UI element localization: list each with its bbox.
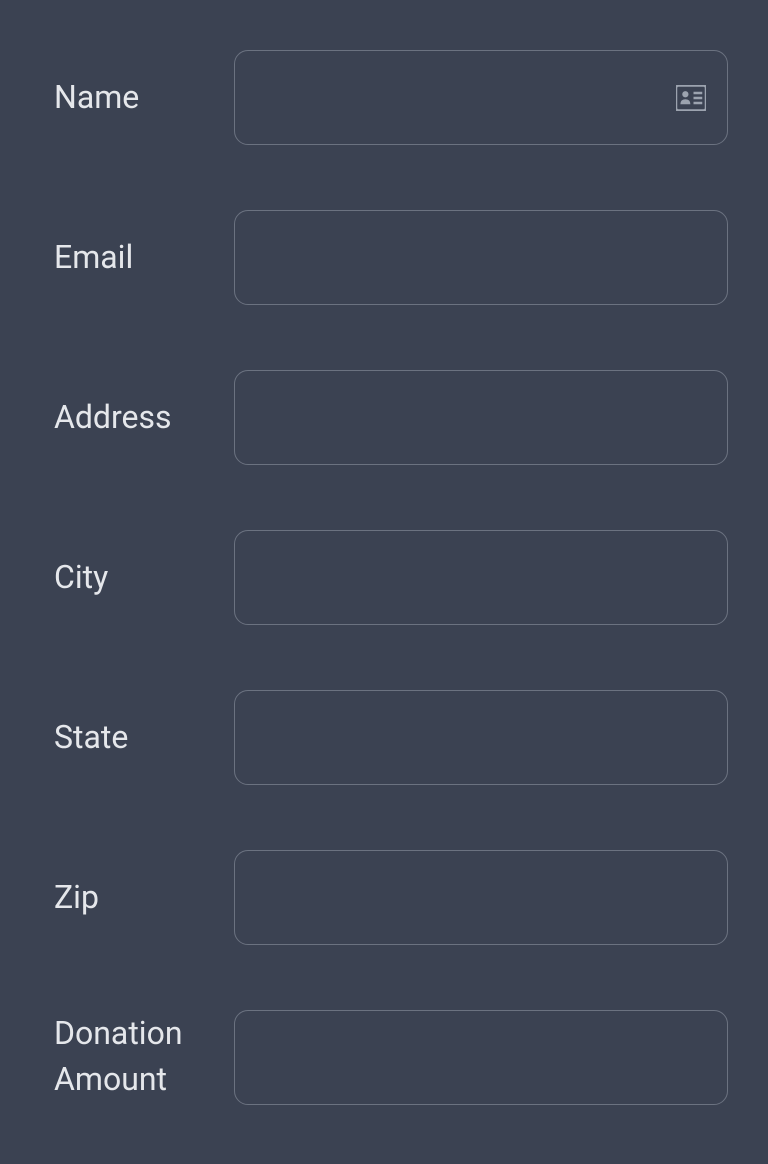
state-input-wrapper xyxy=(234,690,728,785)
address-label: Address xyxy=(54,394,234,440)
donation-amount-field[interactable] xyxy=(234,1010,728,1105)
zip-field[interactable] xyxy=(234,850,728,945)
city-label: City xyxy=(54,554,234,600)
address-field[interactable] xyxy=(234,370,728,465)
form-container: Name Email Address City xyxy=(54,50,728,1105)
contact-card-icon xyxy=(676,85,706,111)
email-label: Email xyxy=(54,234,234,280)
zip-input-wrapper xyxy=(234,850,728,945)
zip-label: Zip xyxy=(54,874,234,920)
name-input-wrapper xyxy=(234,50,728,145)
form-row-city: City xyxy=(54,530,728,625)
form-row-name: Name xyxy=(54,50,728,145)
address-input-wrapper xyxy=(234,370,728,465)
form-row-email: Email xyxy=(54,210,728,305)
city-field[interactable] xyxy=(234,530,728,625)
state-field[interactable] xyxy=(234,690,728,785)
state-label: State xyxy=(54,714,234,760)
form-row-zip: Zip xyxy=(54,850,728,945)
form-row-address: Address xyxy=(54,370,728,465)
form-row-state: State xyxy=(54,690,728,785)
city-input-wrapper xyxy=(234,530,728,625)
email-field[interactable] xyxy=(234,210,728,305)
donation-amount-input-wrapper xyxy=(234,1010,728,1105)
email-input-wrapper xyxy=(234,210,728,305)
name-label: Name xyxy=(54,74,234,120)
name-field[interactable] xyxy=(234,50,728,145)
donation-amount-label: Donation Amount xyxy=(54,1010,234,1103)
form-row-donation-amount: Donation Amount xyxy=(54,1010,728,1105)
